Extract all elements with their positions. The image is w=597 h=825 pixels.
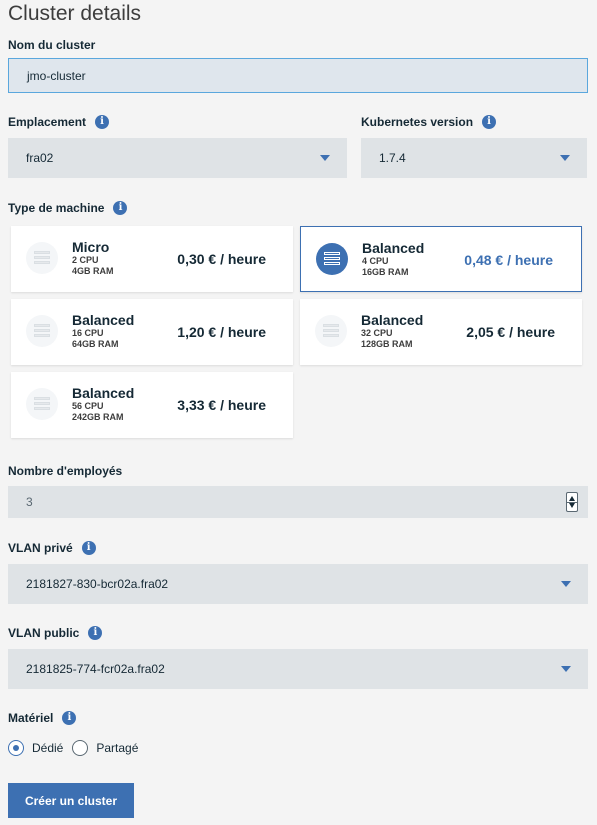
tile-cpu: 16 CPU <box>72 328 104 338</box>
cluster-name-field[interactable]: jmo-cluster <box>8 58 588 93</box>
machine-tile-balanced-32cpu[interactable]: Balanced 32 CPU 128GB RAM 2,05 € / heure <box>300 299 582 365</box>
private-vlan-label: VLAN privé i <box>8 541 96 555</box>
server-icon <box>315 315 347 347</box>
create-cluster-button[interactable]: Créer un cluster <box>8 783 134 818</box>
tile-ram: 64GB RAM <box>72 339 119 349</box>
tile-ram: 4GB RAM <box>72 266 114 276</box>
public-vlan-label-text: VLAN public <box>8 626 80 640</box>
kubernetes-select[interactable]: 1.7.4 <box>361 138 587 178</box>
hardware-radio-group: Dédié Partagé <box>8 740 147 756</box>
radio-shared[interactable] <box>72 740 89 756</box>
info-icon[interactable]: i <box>88 626 103 640</box>
hardware-label: Matériel i <box>8 711 77 725</box>
workers-value: 3 <box>26 495 33 509</box>
chevron-down-icon <box>561 581 571 587</box>
tile-name: Balanced <box>361 312 424 328</box>
location-label-text: Emplacement <box>8 115 87 129</box>
tile-price: 0,48 € / heure <box>464 252 553 268</box>
chevron-down-icon <box>320 155 330 161</box>
cluster-name-label: Nom du cluster <box>8 38 95 52</box>
chevron-down-icon <box>560 155 570 161</box>
tile-ram: 128GB RAM <box>361 339 413 349</box>
server-icon <box>26 315 58 347</box>
workers-input[interactable]: 3 <box>8 486 588 518</box>
info-icon[interactable]: i <box>95 115 110 129</box>
workers-label-text: Nombre d'employés <box>8 464 123 478</box>
public-vlan-label: VLAN public i <box>8 626 103 640</box>
info-icon[interactable]: i <box>62 711 77 725</box>
tile-name: Micro <box>72 239 110 255</box>
info-icon[interactable]: i <box>113 201 128 215</box>
tile-cpu: 4 CPU <box>362 256 389 266</box>
private-vlan-select[interactable]: 2181827-830-bcr02a.fra02 <box>8 564 588 604</box>
radio-dedicated[interactable] <box>8 740 24 756</box>
public-vlan-select[interactable]: 2181825-774-fcr02a.fra02 <box>8 649 588 689</box>
machine-type-label: Type de machine i <box>8 201 128 215</box>
hardware-label-text: Matériel <box>8 711 54 725</box>
kubernetes-label-text: Kubernetes version <box>361 115 474 129</box>
stepper-down-icon[interactable] <box>569 503 575 508</box>
page-title: Cluster details <box>8 2 142 25</box>
tile-name: Balanced <box>362 240 425 256</box>
location-value: fra02 <box>26 151 54 165</box>
kubernetes-label: Kubernetes version i <box>361 115 497 129</box>
tile-ram: 16GB RAM <box>362 267 409 277</box>
server-icon <box>26 388 58 420</box>
cluster-name-label-text: Nom du cluster <box>8 38 96 52</box>
stepper-up-icon[interactable] <box>569 496 575 501</box>
private-vlan-label-text: VLAN privé <box>8 541 73 555</box>
tile-cpu: 32 CPU <box>361 328 393 338</box>
info-icon[interactable]: i <box>482 115 497 129</box>
tile-cpu: 2 CPU <box>72 255 99 265</box>
public-vlan-value: 2181825-774-fcr02a.fra02 <box>26 662 165 676</box>
kubernetes-value: 1.7.4 <box>379 151 406 165</box>
tile-name: Balanced <box>72 385 135 401</box>
machine-tile-micro[interactable]: Micro 2 CPU 4GB RAM 0,30 € / heure <box>11 226 293 292</box>
tile-price: 2,05 € / heure <box>466 324 555 340</box>
radio-shared-label[interactable]: Partagé <box>96 741 138 755</box>
cluster-name-value: jmo-cluster <box>27 68 86 83</box>
machine-tile-balanced-4cpu[interactable]: Balanced 4 CPU 16GB RAM 0,48 € / heure <box>300 226 582 292</box>
machine-type-label-text: Type de machine <box>8 201 105 215</box>
chevron-down-icon <box>561 666 571 672</box>
server-icon <box>316 243 348 275</box>
info-icon[interactable]: i <box>81 541 96 555</box>
workers-label: Nombre d'employés <box>8 464 122 478</box>
machine-tile-balanced-56cpu[interactable]: Balanced 56 CPU 242GB RAM 3,33 € / heure <box>11 372 293 438</box>
tile-price: 1,20 € / heure <box>177 324 266 340</box>
tile-price: 0,30 € / heure <box>177 251 266 267</box>
tile-price: 3,33 € / heure <box>177 397 266 413</box>
tile-cpu: 56 CPU <box>72 401 104 411</box>
quantity-stepper[interactable] <box>566 492 578 512</box>
machine-tile-balanced-16cpu[interactable]: Balanced 16 CPU 64GB RAM 1,20 € / heure <box>11 299 293 365</box>
private-vlan-value: 2181827-830-bcr02a.fra02 <box>26 577 169 591</box>
location-label: Emplacement i <box>8 115 110 129</box>
server-icon <box>26 242 58 274</box>
location-select[interactable]: fra02 <box>8 138 347 178</box>
tile-ram: 242GB RAM <box>72 412 124 422</box>
tile-name: Balanced <box>72 312 135 328</box>
radio-dedicated-label[interactable]: Dédié <box>32 741 63 755</box>
